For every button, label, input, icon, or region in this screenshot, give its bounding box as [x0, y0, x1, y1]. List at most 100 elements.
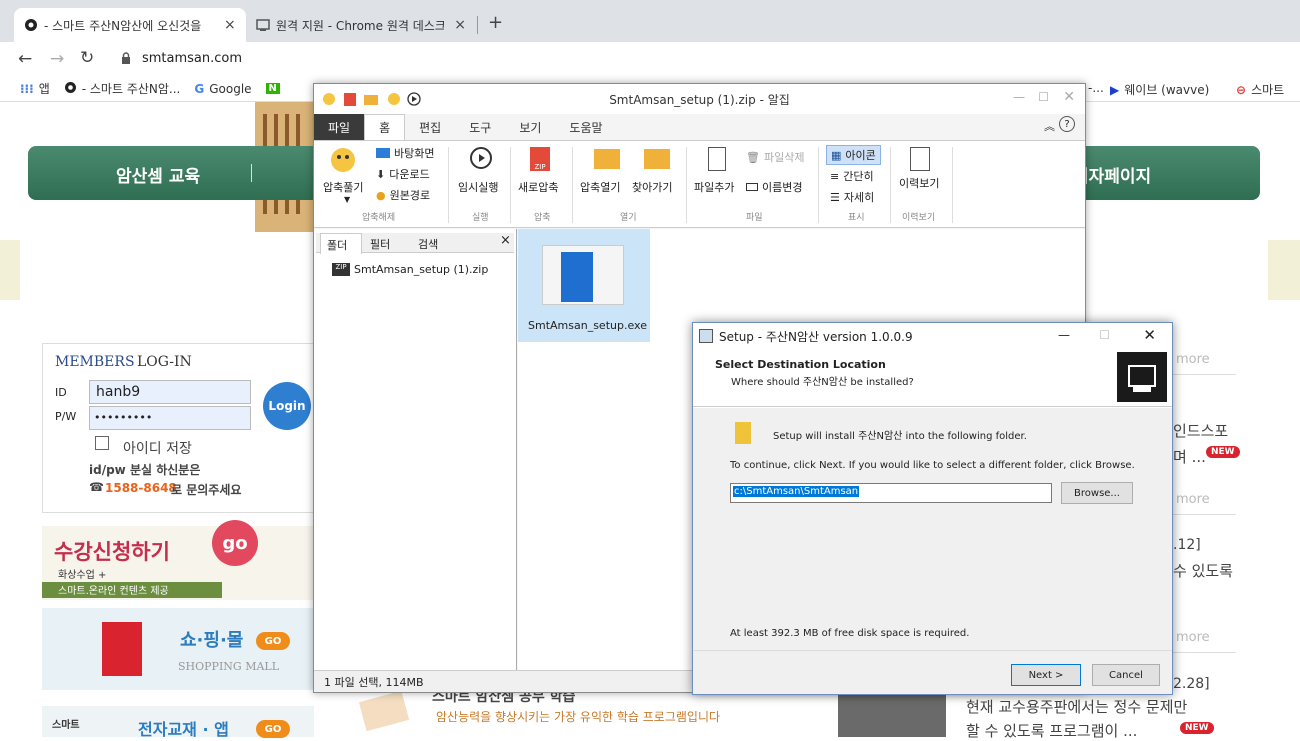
apply-sub-bar: 스마트.온라인 컨텐츠 제공: [42, 582, 222, 598]
login-button[interactable]: Login: [263, 382, 311, 430]
new-badge: NEW: [1180, 722, 1214, 734]
delete-file-button[interactable]: 🗑 파일삭제: [746, 149, 804, 165]
forward-icon[interactable]: →: [50, 49, 64, 69]
tab-title: - 스마트 주산N암산에 오신것을: [44, 18, 202, 33]
collapse-ribbon-icon[interactable]: ︽: [1044, 118, 1055, 134]
extract-original-label: 원본경로: [389, 189, 431, 202]
temp-run-button[interactable]: 임시실행: [458, 179, 498, 195]
view-icons-label: 아이콘: [845, 149, 876, 162]
open-zip-button[interactable]: 압축열기: [580, 179, 620, 195]
login-label: LOG-IN: [137, 354, 192, 370]
phone-icon: ☎: [89, 480, 104, 494]
more-link[interactable]: more: [1176, 352, 1210, 367]
nav-item-education[interactable]: 암산셈 교육: [116, 162, 200, 187]
help-icon[interactable]: ?: [1059, 116, 1075, 132]
view-icons-button[interactable]: ▦ 아이콘: [826, 145, 881, 165]
reload-icon[interactable]: ↻: [80, 48, 94, 68]
tab-folder[interactable]: 폴더: [320, 233, 362, 254]
install-message: Setup will install 주산N암산 into the follow…: [773, 431, 1027, 442]
id-label: ID: [55, 386, 67, 399]
news-date: 2.28]: [1173, 676, 1210, 692]
extract-original-button[interactable]: ● 원본경로: [376, 187, 430, 203]
back-icon[interactable]: ←: [18, 49, 32, 69]
menu-edit[interactable]: 편집: [405, 114, 455, 140]
url-text[interactable]: smtamsan.com: [142, 51, 242, 66]
apps-icon: ⁝⁝⁝: [20, 81, 34, 96]
menu-file[interactable]: 파일: [314, 114, 365, 140]
news-text: 현재 교수용주판에서는 정수 문제만: [966, 698, 1188, 716]
find-button[interactable]: 찾아가기: [632, 179, 672, 195]
new-badge: NEW: [1206, 446, 1240, 458]
tree-item-zip[interactable]: ZIP SmtAmsan_setup (1).zip: [332, 263, 488, 276]
bookmark-google[interactable]: G Google: [194, 82, 251, 96]
folder-open-icon: [594, 149, 620, 169]
maximize-icon[interactable]: ☐: [1038, 90, 1049, 104]
add-file-icon: [708, 147, 726, 171]
ebook-banner[interactable]: 스마트 전자교재 · 앱 GO: [42, 706, 314, 739]
close-tab-icon[interactable]: ×: [224, 17, 236, 33]
close-icon[interactable]: ✕: [1063, 89, 1075, 105]
history-icon: [910, 147, 930, 171]
bookmark-site[interactable]: - 스마트 주산N암...: [64, 80, 180, 97]
bookmark-apps[interactable]: ⁝⁝⁝ 앱: [20, 80, 50, 97]
bookmark-naver[interactable]: N: [265, 83, 285, 94]
close-icon[interactable]: ✕: [1143, 326, 1156, 344]
password-input[interactable]: •••••••••: [89, 406, 251, 430]
id-input[interactable]: hanb9: [89, 380, 251, 404]
naver-icon: N: [265, 83, 280, 94]
download-icon: ⬇: [376, 167, 386, 181]
nav-divider: [251, 164, 252, 182]
menu-help[interactable]: 도움말: [555, 114, 616, 140]
more-link[interactable]: more: [1176, 630, 1210, 645]
more-link[interactable]: more: [1176, 492, 1210, 507]
minimize-icon[interactable]: —: [1013, 90, 1025, 104]
menu-tools[interactable]: 도구: [455, 114, 505, 140]
close-tab-icon[interactable]: ×: [454, 17, 466, 33]
browser-tab-strip: - 스마트 주산N암산에 오신것을 × 원격 지원 - Chrome 원격 데스…: [0, 0, 1300, 42]
learning-banner[interactable]: 스마트 암산셈 공부 학습 암산능력을 향상시키는 가장 유익한 학습 프로그램…: [342, 689, 822, 737]
apply-banner[interactable]: 수강신청하기 go 화상수업 + 스마트.온라인 컨텐츠 제공: [42, 520, 314, 600]
lock-icon: [121, 52, 131, 68]
news-text: 수 있도록: [1173, 562, 1233, 580]
add-file-button[interactable]: 파일추가: [694, 179, 734, 195]
view-detail-button[interactable]: ☰ 자세히: [830, 189, 874, 205]
next-button[interactable]: Next >: [1011, 664, 1081, 686]
group-label: 열기: [620, 213, 637, 223]
remember-checkbox[interactable]: [95, 436, 109, 450]
extract-download-button[interactable]: ⬇ 다운로드: [376, 166, 430, 182]
file-item-selected[interactable]: SmtAmsan_setup.exe: [518, 229, 650, 342]
view-simple-button[interactable]: ≡ 간단히: [830, 168, 874, 184]
new-zip-button[interactable]: 새로압축: [518, 179, 558, 195]
shopping-mall-banner[interactable]: 쇼·핑·몰 GO SHOPPING MALL: [42, 608, 314, 690]
minimize-icon[interactable]: —: [1058, 328, 1070, 342]
alzip-title: SmtAmsan_setup (1).zip - 알집: [609, 92, 790, 107]
ribbon-separator: [510, 147, 511, 223]
destination-path-input[interactable]: c:\SmtAmsan\SmtAmsan: [730, 483, 1052, 503]
browser-tab-active[interactable]: - 스마트 주산N암산에 오신것을 ×: [14, 8, 246, 42]
bookmark-label: Google: [209, 81, 252, 96]
folder-icon: [735, 422, 751, 444]
detail-list-icon: ☰: [830, 190, 840, 204]
group-label: 실행: [472, 213, 489, 223]
members-label: MEMBERS: [55, 354, 135, 370]
exe-file-icon: [542, 245, 624, 305]
browse-button[interactable]: Browse...: [1061, 482, 1133, 504]
bookmark-wavve[interactable]: ▶ 웨이브 (wavve): [1110, 81, 1209, 98]
close-panel-icon[interactable]: ×: [500, 233, 511, 248]
bookmark-smart[interactable]: ⊖ 스마트: [1236, 81, 1284, 98]
tab-filter[interactable]: 필터: [370, 236, 390, 252]
login-box: MEMBERS LOG-IN ID P/W hanb9 ••••••••• Lo…: [42, 343, 314, 513]
maximize-icon[interactable]: ☐: [1099, 328, 1110, 342]
cancel-button[interactable]: Cancel: [1092, 664, 1160, 686]
alzip-quick-toolbar-icon[interactable]: [322, 91, 432, 110]
extract-desktop-button[interactable]: 바탕화면: [376, 145, 434, 161]
menu-home[interactable]: 홈: [364, 114, 406, 140]
rename-button[interactable]: 이름변경: [746, 179, 802, 195]
history-button[interactable]: 이력보기: [899, 175, 939, 191]
tab-search[interactable]: 검색: [418, 236, 438, 252]
extract-button[interactable]: 압축풀기: [323, 179, 363, 195]
menu-view[interactable]: 보기: [505, 114, 555, 140]
new-tab-button[interactable]: +: [488, 12, 503, 33]
browser-tab[interactable]: 원격 지원 - Chrome 원격 데스크 ×: [246, 8, 476, 42]
bookmark-label: 웨이브 (wavve): [1124, 83, 1210, 97]
